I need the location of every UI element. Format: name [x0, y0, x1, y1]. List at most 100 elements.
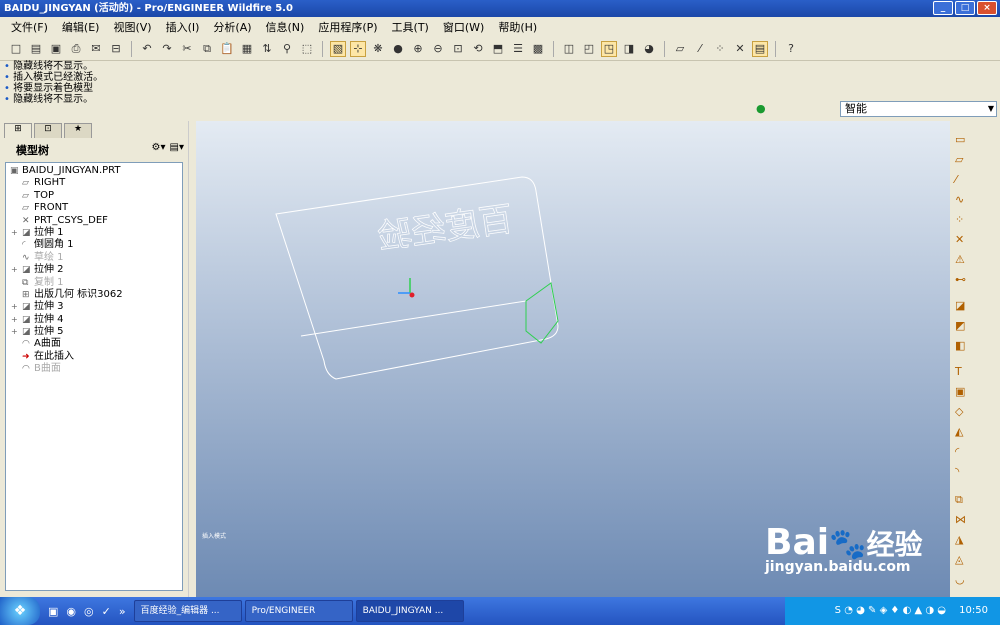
- tree-node[interactable]: ◜ 倒圆角 1: [6, 239, 182, 251]
- tree-node[interactable]: + ◪ 拉伸 3: [6, 301, 182, 313]
- paste-special-icon[interactable]: ▦: [239, 41, 255, 57]
- chamfer-tool-icon[interactable]: ◝: [955, 465, 959, 478]
- tree-node[interactable]: + ◪ 拉伸 1: [6, 227, 182, 239]
- fill-tool-icon[interactable]: ◡: [955, 573, 965, 586]
- find-icon[interactable]: ⚲: [279, 41, 295, 57]
- menu-item[interactable]: 文件(F): [4, 19, 55, 35]
- offset-tool-icon[interactable]: ⧉: [955, 493, 963, 507]
- open-icon[interactable]: ▤: [28, 41, 44, 57]
- shading-icon[interactable]: ◨: [621, 41, 637, 57]
- extrude-tool-icon[interactable]: ◪: [955, 299, 965, 312]
- zoom-in-icon[interactable]: ⊕: [410, 41, 426, 57]
- maximize-button[interactable]: □: [955, 1, 975, 15]
- start-button[interactable]: ❖: [0, 597, 40, 625]
- tab-model-tree[interactable]: ⊞: [4, 123, 32, 138]
- close-button[interactable]: ×: [977, 1, 997, 15]
- taskbar-button[interactable]: 百度经验_编辑器 ...: [133, 600, 242, 622]
- tree-node[interactable]: ▱ TOP: [6, 190, 182, 202]
- close-window-icon[interactable]: ⊟: [108, 41, 124, 57]
- more-icon[interactable]: »: [119, 605, 126, 618]
- wireframe-icon[interactable]: ◫: [561, 41, 577, 57]
- datum-curve-tool-icon[interactable]: ∿: [955, 193, 964, 206]
- menu-item[interactable]: 应用程序(P): [311, 19, 384, 35]
- select-box-icon[interactable]: ⬚: [299, 41, 315, 57]
- saved-views-icon[interactable]: ⬒: [490, 41, 506, 57]
- pane-splitter[interactable]: [188, 121, 196, 597]
- tab-favorites[interactable]: ★: [64, 123, 92, 138]
- trim-tool-icon[interactable]: ◬: [955, 553, 963, 566]
- reorient-icon[interactable]: ⟲: [470, 41, 486, 57]
- expand-icon[interactable]: +: [11, 227, 18, 239]
- tree-node[interactable]: ⧉ 复制 1: [6, 277, 182, 289]
- repaint-icon[interactable]: ▧: [330, 40, 346, 57]
- cut-icon[interactable]: ✂: [179, 41, 195, 57]
- taskbar-button[interactable]: Pro/ENGINEER: [244, 600, 353, 622]
- point-display-icon[interactable]: ⁘: [712, 41, 728, 57]
- tree-node[interactable]: + ◪ 拉伸 4: [6, 314, 182, 326]
- hidden-line-icon[interactable]: ◰: [581, 41, 597, 57]
- redo-icon[interactable]: ↷: [159, 41, 175, 57]
- menu-item[interactable]: 工具(T): [385, 19, 436, 35]
- menu-item[interactable]: 信息(N): [259, 19, 312, 35]
- taskbar-button-active[interactable]: BAIDU_JINGYAN ...: [355, 600, 464, 622]
- reference-tool-icon[interactable]: ⊷: [955, 273, 966, 286]
- tree-node[interactable]: + ◪ 拉伸 2: [6, 264, 182, 276]
- tree-node[interactable]: ✕ PRT_CSYS_DEF: [6, 215, 182, 227]
- tab-folder-browser[interactable]: ⊡: [34, 123, 62, 138]
- copy-icon[interactable]: ⧉: [199, 41, 215, 57]
- refit-icon[interactable]: ⊡: [450, 41, 466, 57]
- revolve-tool-icon[interactable]: ◩: [955, 319, 965, 332]
- expand-icon[interactable]: +: [11, 314, 18, 326]
- show-desktop-icon[interactable]: ▣: [48, 605, 58, 618]
- merge-tool-icon[interactable]: ◮: [955, 533, 963, 546]
- menu-item[interactable]: 窗口(W): [436, 19, 491, 35]
- menu-item[interactable]: 插入(I): [159, 19, 207, 35]
- menu-item[interactable]: 视图(V): [106, 19, 158, 35]
- annotation-display-icon[interactable]: ▤: [752, 40, 768, 57]
- datum-point-tool-icon[interactable]: ⁘: [955, 213, 964, 226]
- send-icon[interactable]: ✉: [88, 41, 104, 57]
- menu-item[interactable]: 编辑(E): [55, 19, 107, 35]
- expand-icon[interactable]: +: [11, 326, 18, 338]
- expand-icon[interactable]: +: [11, 264, 18, 276]
- enhanced-realism-icon[interactable]: ◕: [641, 41, 657, 57]
- sweep-tool-icon[interactable]: ◧: [955, 339, 965, 352]
- minimize-button[interactable]: _: [933, 1, 953, 15]
- zoom-out-icon[interactable]: ⊖: [430, 41, 446, 57]
- shell-tool-icon[interactable]: ▣: [955, 385, 965, 398]
- rib-tool-icon[interactable]: ◇: [955, 405, 963, 418]
- context-help-icon[interactable]: ?: [783, 41, 799, 57]
- orient-icon[interactable]: ❋: [370, 41, 386, 57]
- no-hidden-icon[interactable]: ◳: [601, 40, 617, 57]
- tree-node[interactable]: ▣ BAIDU_JINGYAN.PRT: [6, 165, 182, 177]
- expand-icon[interactable]: +: [11, 301, 18, 313]
- layers-icon[interactable]: ☰: [510, 41, 526, 57]
- new-icon[interactable]: □: [8, 41, 24, 57]
- tray-icons[interactable]: S ◔ ◕ ✎ ◈ ♦ ◐ ▲ ◑ ◒: [835, 605, 946, 616]
- paste-icon[interactable]: 📋: [219, 41, 235, 57]
- datum-plane2-tool-icon[interactable]: ▱: [955, 153, 963, 166]
- browser-icon[interactable]: ◉: [66, 605, 76, 618]
- appearance-icon[interactable]: ●: [390, 41, 406, 57]
- menu-item[interactable]: 分析(A): [206, 19, 258, 35]
- csys-display-icon[interactable]: ✕: [732, 41, 748, 57]
- mirror-tool-icon[interactable]: ⋈: [955, 513, 966, 526]
- explorer-icon[interactable]: ◎: [84, 605, 94, 618]
- tree-settings-icon[interactable]: ⚙▾: [152, 142, 166, 153]
- tree-node[interactable]: ➜ 在此插入: [6, 351, 182, 363]
- spin-center-icon[interactable]: ⊹: [350, 40, 366, 57]
- pin-icon[interactable]: ✓: [102, 605, 111, 618]
- csys-tool-icon[interactable]: ✕: [955, 233, 964, 246]
- round-tool-icon[interactable]: ◜: [955, 445, 959, 458]
- save-icon[interactable]: ▣: [48, 41, 64, 57]
- print-icon[interactable]: ⎙: [68, 41, 84, 57]
- tree-node[interactable]: ▱ RIGHT: [6, 177, 182, 189]
- draft-tool-icon[interactable]: ◭: [955, 425, 963, 438]
- tree-node[interactable]: ◠ B曲面: [6, 363, 182, 375]
- datum-axis-tool-icon[interactable]: ⁄: [955, 173, 957, 186]
- tree-node[interactable]: ◠ A曲面: [6, 338, 182, 350]
- tree-node[interactable]: ▱ FRONT: [6, 202, 182, 214]
- tree-show-icon[interactable]: ▤▾: [170, 142, 184, 153]
- plane-display-icon[interactable]: ▱: [672, 41, 688, 57]
- view-manager-icon[interactable]: ▩: [530, 41, 546, 57]
